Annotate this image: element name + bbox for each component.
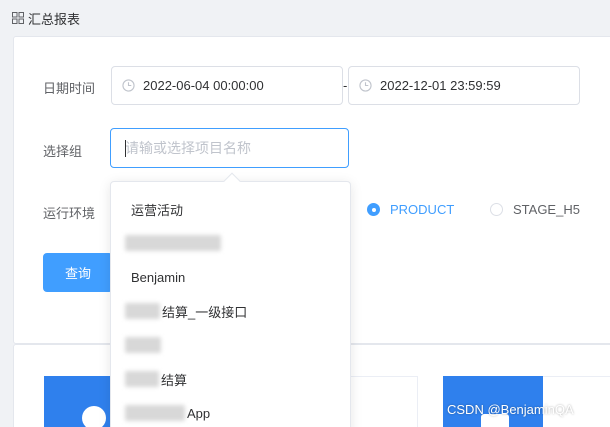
end-date-input[interactable]: 2022-12-01 23:59:59	[348, 66, 580, 105]
date-separator: -	[343, 78, 348, 93]
page-title: 汇总报表	[28, 11, 81, 27]
env-label: 运行环境	[43, 206, 96, 221]
query-button[interactable]: 查询	[43, 253, 113, 292]
dropdown-item[interactable]: 结算_一级接口	[111, 294, 350, 328]
clock-icon	[359, 79, 372, 92]
dropdown-item-label: 结算_一级接口	[162, 304, 248, 320]
dropdown-item[interactable]	[111, 328, 350, 362]
redacted-text	[125, 337, 161, 353]
text-caret	[125, 140, 126, 157]
dropdown-item-label: 运营活动	[131, 202, 184, 218]
user-icon	[82, 406, 106, 427]
dropdown-item[interactable]	[111, 226, 350, 260]
dropdown-item-label: Benjamin	[131, 269, 186, 285]
start-date-value: 2022-06-04 00:00:00	[143, 78, 264, 93]
dropdown-item[interactable]: 结算	[111, 362, 350, 396]
radio-stage-h5-label: STAGE_H5	[513, 202, 580, 217]
dropdown-item[interactable]: Benjamin	[111, 260, 350, 294]
radio-stage-h5[interactable]: STAGE_H5	[490, 202, 580, 217]
group-label: 选择组	[43, 144, 83, 159]
radio-unchecked-icon	[490, 203, 503, 216]
radio-product[interactable]: PRODUCT	[367, 202, 454, 217]
end-date-value: 2022-12-01 23:59:59	[380, 78, 501, 93]
date-label: 日期时间	[43, 81, 96, 96]
group-dropdown: 运营活动 Benjamin 结算_一级接口 结算 App	[110, 172, 351, 427]
page-header: 汇总报表	[0, 0, 610, 36]
clock-icon	[122, 79, 135, 92]
watermark: CSDN @BenjaminQA	[447, 402, 574, 417]
redacted-text	[125, 371, 159, 387]
radio-checked-icon	[367, 203, 380, 216]
redacted-text	[125, 235, 221, 251]
group-select-input[interactable]: 请输或选择项目名称	[110, 128, 349, 168]
redacted-text	[125, 303, 160, 319]
radio-product-label: PRODUCT	[390, 202, 455, 217]
dropdown-item-label: 结算	[161, 372, 188, 388]
start-date-input[interactable]: 2022-06-04 00:00:00	[111, 66, 343, 105]
group-select-placeholder: 请输或选择项目名称	[125, 140, 251, 156]
grid-icon	[12, 12, 24, 24]
dropdown-item-label: App	[187, 405, 211, 421]
dropdown-item[interactable]: App	[111, 396, 350, 427]
redacted-text	[125, 405, 185, 421]
dropdown-item[interactable]: 运营活动	[111, 192, 350, 226]
